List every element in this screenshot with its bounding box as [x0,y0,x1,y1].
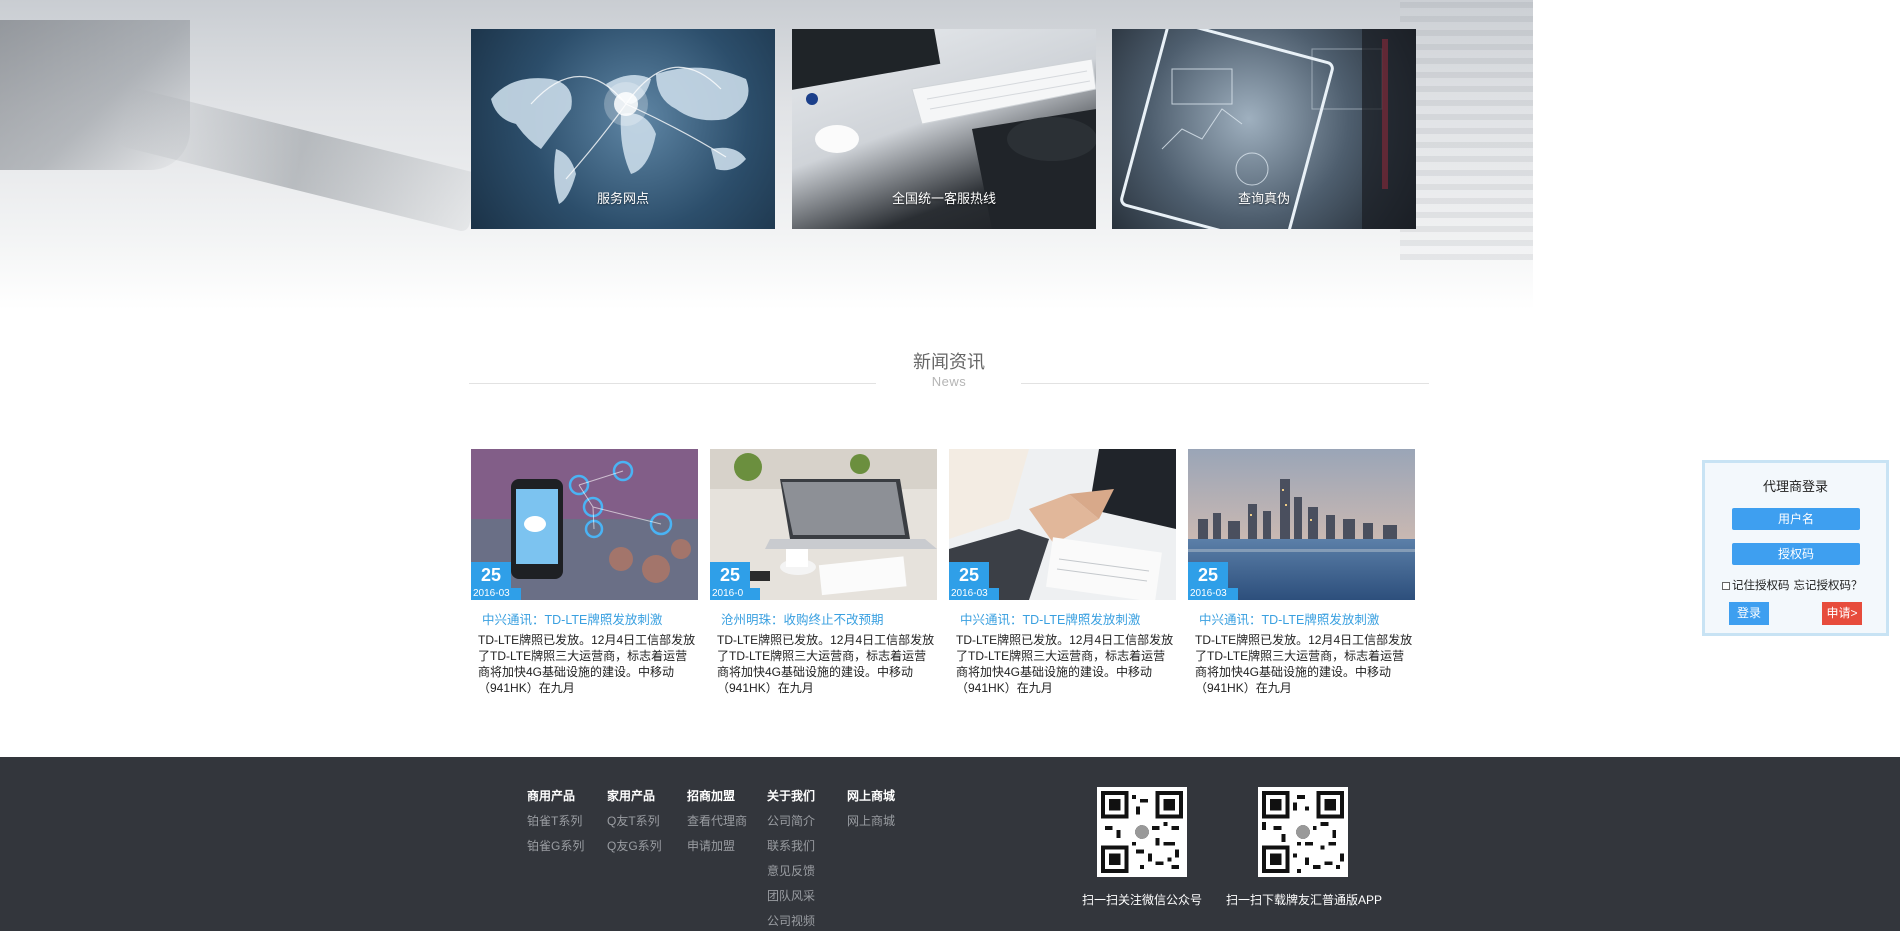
news-section-heading: 新闻资讯 News [469,345,1429,390]
hero-background-decor [1400,0,1533,260]
apply-button[interactable]: 申请> [1822,602,1862,625]
footer-column-shop: 网上商城 网上商城 [847,787,895,837]
footer-heading: 关于我们 [767,789,816,803]
news-date-month: 2016-03 [949,588,999,600]
footer-heading: 商用产品 [527,789,576,803]
wechat-qr-code [1097,787,1187,877]
hero-banner: 服务网点 全国统一客服热线 查询真伪 [0,0,1533,310]
login-title: 代理商登录 [1762,479,1828,494]
news-summary: TD-LTE牌照已发放。12月4日工信部发放了TD-LTE牌照三大运营商，标志着… [1195,633,1413,695]
news-title-link[interactable]: 中兴通讯：TD-LTE牌照发放刺激 [482,609,692,628]
footer-link[interactable]: 查看代理商 [687,812,747,837]
tile-service-outlets[interactable]: 服务网点 [471,29,775,229]
tile-verify-authenticity[interactable]: 查询真伪 [1112,29,1416,229]
tile-label: 查询真伪 [1237,191,1290,206]
tile-service-hotline[interactable]: 全国统一客服热线 [792,29,1096,229]
footer-link[interactable]: 意见反馈 [767,862,815,887]
page: 服务网点 全国统一客服热线 查询真伪 新闻资讯 News 25 2016-03 … [0,0,1900,931]
forgot-auth-code-link[interactable]: 忘记授权码？ [1794,580,1863,592]
footer-link[interactable]: 铂雀T系列 [527,812,584,837]
news-card: 25 2016-03 中兴通讯：TD-LTE牌照发放刺激 TD-LTE牌照已发放… [1188,449,1415,696]
qr-code-icon [1262,791,1344,873]
news-date-day: 25 [949,562,989,588]
news-image[interactable]: 25 2016-03 [949,449,1176,600]
remember-label: 记住授权码 [1732,580,1790,592]
news-summary: TD-LTE牌照已发放。12月4日工信部发放了TD-LTE牌照三大运营商，标志着… [956,633,1174,695]
footer-column-home: 家用产品 Q友T系列 Q友G系列 [607,787,662,862]
footer-column-franchise: 招商加盟 查看代理商 申请加盟 [687,787,747,862]
footer-link[interactable]: 申请加盟 [687,837,747,862]
qr-caption: 扫一扫下载牌友汇普通版APP [1226,893,1383,907]
footer-link[interactable]: 联系我们 [767,837,815,862]
news-card: 25 2016-0 沧州明珠：收购终止不改预期 TD-LTE牌照已发放。12月4… [710,449,937,696]
agent-login-panel: 代理商登录 用户名 授权码 记住授权码 忘记授权码？ 登录 申请> [1702,460,1889,636]
footer-link[interactable]: 网上商城 [847,812,895,837]
news-list: 25 2016-03 中兴通讯：TD-LTE牌照发放刺激 TD-LTE牌照已发放… [471,449,1417,699]
auth-code-input[interactable]: 授权码 [1732,543,1860,565]
news-title: 新闻资讯 [913,352,985,372]
footer-column-about: 关于我们 公司简介 联系我们 意见反馈 团队风采 公司视频 [767,787,815,931]
footer-link[interactable]: 铂雀G系列 [527,837,584,862]
tile-label: 全国统一客服热线 [891,191,996,206]
remember-checkbox[interactable] [1722,581,1730,590]
news-card: 25 2016-03 中兴通讯：TD-LTE牌照发放刺激 TD-LTE牌照已发放… [949,449,1176,696]
footer: 商用产品 铂雀T系列 铂雀G系列 家用产品 Q友T系列 Q友G系列 招商加盟 查… [0,757,1900,931]
login-options: 记住授权码 忘记授权码？ [1722,577,1892,593]
news-card: 25 2016-03 中兴通讯：TD-LTE牌照发放刺激 TD-LTE牌照已发放… [471,449,698,696]
app-download-qr-code [1258,787,1348,877]
qr-caption: 扫一扫关注微信公众号 [1082,893,1203,907]
news-subtitle: News [931,374,967,389]
footer-link[interactable]: 团队风采 [767,887,815,912]
news-date-month: 2016-03 [471,588,521,600]
news-date-day: 25 [1188,562,1228,588]
login-button[interactable]: 登录 [1729,602,1769,625]
username-input[interactable]: 用户名 [1732,508,1860,530]
news-image[interactable]: 25 2016-0 [710,449,937,600]
news-date-day: 25 [710,562,750,588]
qr-code-icon [1101,791,1183,873]
news-title-link[interactable]: 沧州明珠：收购终止不改预期 [721,609,931,628]
footer-link[interactable]: 公司简介 [767,812,815,837]
service-tiles: 服务网点 全国统一客服热线 查询真伪 [471,29,1417,229]
footer-heading: 网上商城 [847,789,896,803]
news-date-day: 25 [471,562,511,588]
news-image[interactable]: 25 2016-03 [1188,449,1415,600]
news-summary: TD-LTE牌照已发放。12月4日工信部发放了TD-LTE牌照三大运营商，标志着… [717,633,935,695]
footer-link[interactable]: 公司视频 [767,912,815,931]
footer-column-commercial: 商用产品 铂雀T系列 铂雀G系列 [527,787,584,862]
tile-label: 服务网点 [596,191,649,206]
news-image[interactable]: 25 2016-03 [471,449,698,600]
news-title-link[interactable]: 中兴通讯：TD-LTE牌照发放刺激 [960,609,1170,628]
news-date-month: 2016-0 [710,588,760,600]
news-summary: TD-LTE牌照已发放。12月4日工信部发放了TD-LTE牌照三大运营商，标志着… [478,633,696,695]
footer-link[interactable]: Q友G系列 [607,837,662,862]
news-title-link[interactable]: 中兴通讯：TD-LTE牌照发放刺激 [1199,609,1409,628]
footer-link[interactable]: Q友T系列 [607,812,662,837]
footer-heading: 招商加盟 [687,789,736,803]
footer-heading: 家用产品 [607,789,656,803]
news-date-month: 2016-03 [1188,588,1238,600]
